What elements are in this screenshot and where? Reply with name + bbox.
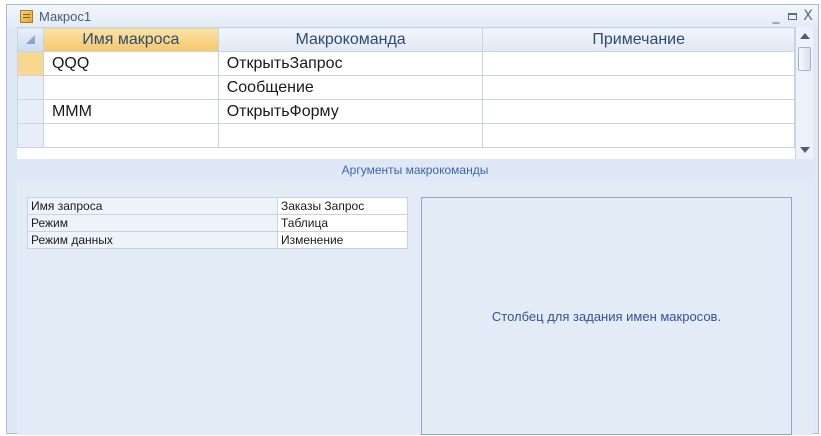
column-header-note[interactable]: Примечание (482, 27, 795, 52)
title-bar[interactable]: Макрос1 _ X (7, 5, 818, 27)
argument-row: Имя запроса Заказы Запрос (27, 197, 408, 215)
argument-name[interactable]: Имя запроса (27, 197, 278, 215)
window-controls: _ X (768, 5, 816, 27)
macro-name-cell[interactable]: MMM (42, 99, 219, 124)
argument-row: Режим данных Изменение (27, 231, 408, 249)
maximize-icon[interactable] (784, 7, 800, 25)
table-row: QQQ ОткрытьЗапрос (17, 51, 795, 76)
argument-value[interactable]: Изменение (277, 231, 408, 249)
row-selector[interactable] (17, 123, 44, 148)
scroll-down-icon[interactable] (800, 147, 810, 153)
scroll-up-icon[interactable] (800, 33, 810, 39)
row-selector[interactable] (17, 51, 44, 76)
macro-name-cell[interactable] (42, 75, 219, 100)
argument-value[interactable]: Таблица (277, 214, 408, 232)
argument-name[interactable]: Режим (27, 214, 278, 232)
note-cell[interactable] (482, 75, 795, 100)
vertical-scrollbar[interactable] (795, 27, 813, 159)
note-cell[interactable] (482, 99, 795, 124)
macro-window: Макрос1 _ X Имя макроса Макрокоманда При… (6, 4, 819, 435)
table-row: MMM ОткрытьФорму (17, 99, 795, 124)
minimize-icon[interactable]: _ (768, 7, 784, 25)
table-row: Сообщение (17, 75, 795, 100)
argument-row: Режим Таблица (27, 214, 408, 232)
row-selector[interactable] (17, 99, 44, 124)
select-all-corner[interactable] (17, 27, 44, 52)
macro-icon (20, 9, 33, 23)
macro-name-cell[interactable] (42, 123, 219, 148)
close-icon[interactable]: X (800, 7, 816, 25)
column-header-action[interactable]: Макрокоманда (217, 27, 484, 52)
macro-grid: Имя макроса Макрокоманда Примечание QQQ … (17, 27, 795, 159)
argument-value[interactable]: Заказы Запрос (277, 197, 408, 215)
action-cell[interactable] (217, 123, 484, 148)
note-cell[interactable] (482, 51, 795, 76)
table-row (17, 123, 795, 148)
argument-name[interactable]: Режим данных (27, 231, 278, 249)
action-cell[interactable]: Сообщение (217, 75, 484, 100)
macro-name-cell[interactable]: QQQ (42, 51, 219, 76)
column-header-macro-name[interactable]: Имя макроса (42, 27, 219, 52)
arguments-header: Аргументы макрокоманды (341, 163, 489, 177)
action-cell[interactable]: ОткрытьЗапрос (217, 51, 484, 76)
arguments-table: Имя запроса Заказы Запрос Режим Таблица … (27, 197, 408, 249)
row-selector[interactable] (17, 75, 44, 100)
help-text-box: Столбец для задания имен макросов. (421, 197, 792, 435)
window-title: Макрос1 (39, 8, 92, 24)
arguments-panel: Имя запроса Заказы Запрос Режим Таблица … (17, 181, 813, 435)
help-text: Столбец для задания имен макросов. (491, 308, 722, 324)
scroll-thumb[interactable] (798, 47, 811, 71)
note-cell[interactable] (482, 123, 795, 148)
action-cell[interactable]: ОткрытьФорму (217, 99, 484, 124)
